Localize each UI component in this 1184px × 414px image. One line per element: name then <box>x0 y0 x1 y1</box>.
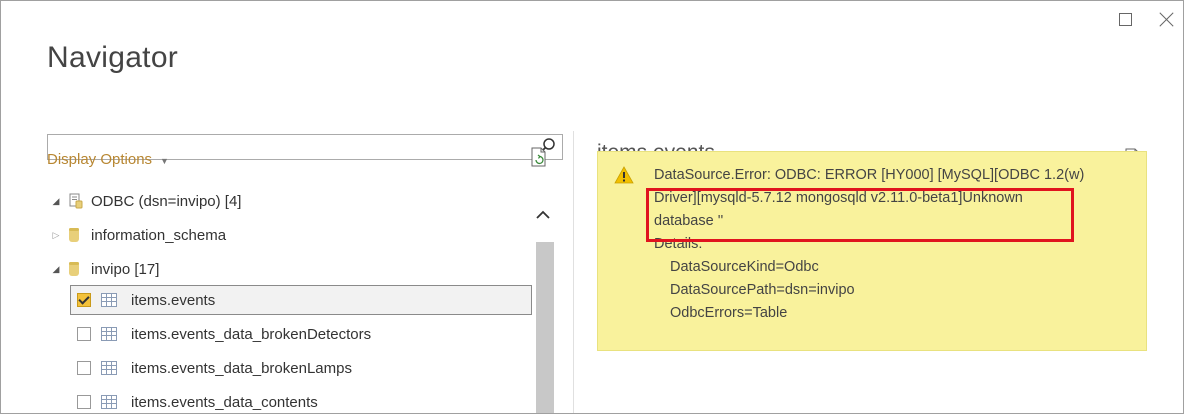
warning-icon <box>614 166 634 184</box>
table-icon <box>101 293 117 307</box>
tree-item-information-schema[interactable]: ▷ information_schema <box>49 221 227 249</box>
table-icon <box>101 361 117 375</box>
close-icon <box>1159 11 1175 27</box>
table-icon <box>101 327 117 341</box>
tree-item-label: ODBC (dsn=invipo) [4] <box>91 192 242 210</box>
tree-item-odbc-root[interactable]: ◢ ODBC (dsn=invipo) [4] <box>49 187 242 215</box>
tree-scrollbar[interactable] <box>528 187 558 413</box>
window-controls <box>1119 11 1175 27</box>
detail-line: OdbcErrors=Table <box>670 305 788 321</box>
error-line: Driver][mysqld-5.7.12 mongosqld v2.11.0-… <box>654 190 1023 206</box>
maximize-icon <box>1119 13 1132 26</box>
tree-item-label: items.events_data_brokenLamps <box>131 359 352 377</box>
table-checkbox[interactable] <box>77 361 91 375</box>
tree-item-label: invipo [17] <box>91 260 160 278</box>
expand-triangle-icon[interactable]: ◢ <box>49 264 63 275</box>
detail-line: DataSourceKind=Odbc <box>670 259 819 275</box>
tree-item-invipo[interactable]: ◢ invipo [17] <box>49 255 160 283</box>
tree-item-label: items.events_data_contents <box>131 393 318 411</box>
window-title: Navigator <box>47 41 179 74</box>
close-button[interactable] <box>1159 11 1175 27</box>
tree-item-table[interactable]: items.events_data_brokenLamps <box>77 354 352 382</box>
chevron-down-icon: ▼ <box>160 155 169 166</box>
details-label: Details: <box>654 236 703 252</box>
maximize-button[interactable] <box>1119 11 1135 27</box>
error-line: DataSource.Error: ODBC: ERROR [HY000] [M… <box>654 167 1085 183</box>
database-icon <box>69 228 79 242</box>
table-checkbox[interactable] <box>77 327 91 341</box>
error-line: database '' <box>654 213 724 229</box>
scrollbar-thumb[interactable] <box>536 242 554 413</box>
navigator-tree: ◢ ODBC (dsn=invipo) [4] ▷ information_sc… <box>47 187 539 413</box>
tree-item-label: items.events_data_brokenDetectors <box>131 325 372 343</box>
error-message-box: DataSource.Error: ODBC: ERROR [HY000] [M… <box>597 151 1147 351</box>
tree-item-table[interactable]: items.events <box>77 286 215 314</box>
chevron-up-icon[interactable] <box>528 199 558 229</box>
table-checkbox[interactable] <box>77 293 91 307</box>
odbc-source-icon <box>69 193 83 209</box>
database-icon <box>69 262 79 276</box>
error-text: DataSource.Error: ODBC: ERROR [HY000] [M… <box>654 164 1134 325</box>
detail-line: DataSourcePath=dsn=invipo <box>670 282 855 298</box>
navigator-window: Navigator Display Options ▼ ◢ ODBC (dsn=… <box>0 0 1184 414</box>
tree-item-table[interactable]: items.events_data_contents <box>77 388 318 413</box>
tree-item-table[interactable]: items.events_data_brokenDetectors <box>77 320 371 348</box>
table-checkbox[interactable] <box>77 395 91 409</box>
expand-triangle-icon[interactable]: ◢ <box>49 196 63 207</box>
collapse-triangle-icon[interactable]: ▷ <box>49 230 63 241</box>
tree-item-label: items.events <box>131 291 216 309</box>
table-icon <box>101 395 117 409</box>
pane-divider <box>573 131 574 413</box>
display-options-label: Display Options <box>47 151 153 168</box>
refresh-icon[interactable] <box>530 147 548 167</box>
display-options-dropdown[interactable]: Display Options ▼ <box>47 151 169 168</box>
tree-item-label: information_schema <box>91 226 227 244</box>
